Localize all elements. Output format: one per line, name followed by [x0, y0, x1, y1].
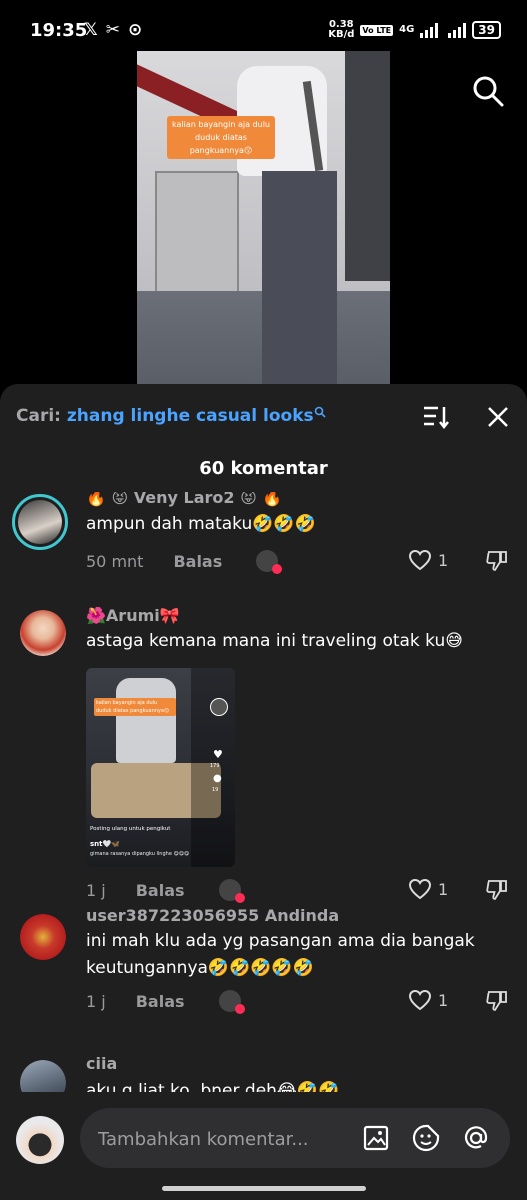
search-icon[interactable] [471, 74, 505, 108]
comment-time: 1 j [86, 880, 106, 900]
related-search-query[interactable]: zhang linghe casual looks [67, 406, 314, 426]
heart-icon [408, 878, 432, 900]
volte-badge: Vo LTE [360, 24, 394, 36]
comment-count: 60 komentar [199, 458, 328, 479]
related-search[interactable]: Cari: zhang linghe casual looks [16, 406, 326, 426]
comment-meta: 50 mnt Balas [86, 550, 283, 574]
comments-sheet: Cari: zhang linghe casual looks 60 komen… [0, 384, 527, 1200]
home-indicator [162, 1186, 366, 1191]
thumbnail-caption: kalian bayangin aja dulu duduk diatas pa… [94, 698, 176, 716]
comment-username[interactable]: 🔥 😝 Veny Laro2 😝 🔥 [86, 492, 282, 507]
avatar[interactable] [12, 494, 68, 550]
dislike-icon[interactable] [485, 548, 509, 572]
my-avatar [16, 1116, 64, 1164]
creator-liked-avatar [256, 550, 283, 574]
thumbnail-stat-1: 179 [210, 763, 220, 769]
comment-username[interactable]: ciia [86, 1054, 117, 1073]
image-icon[interactable] [362, 1124, 390, 1152]
notification-icons: 𝕏 ✂ ⊙ [84, 20, 142, 40]
search-small-icon [314, 406, 326, 418]
comment-text: ampun dah mataku🤣🤣🤣 [86, 514, 316, 534]
status-time: 19:35 [30, 20, 88, 41]
video-caption: kalian bayangin aja dulu duduk diatas pa… [167, 116, 275, 159]
comment-time: 50 mnt [86, 551, 144, 571]
network-speed: 0.38 KB/d [328, 19, 355, 40]
status-right: 0.38 KB/d Vo LTE 4G 39 [328, 20, 501, 40]
avatar[interactable] [20, 1060, 66, 1092]
thumbnail-heart-icon: ♥ [213, 748, 223, 761]
comment-username[interactable]: user387223056955 Andinda [86, 906, 339, 925]
comment-input[interactable] [96, 1122, 350, 1156]
creator-liked-avatar [218, 990, 245, 1014]
signal-icon [420, 22, 439, 38]
comment-text: aku g liat ko, bner deh😂🤣🤣 [86, 1081, 340, 1092]
heart-icon [408, 989, 432, 1011]
reply-button[interactable]: Balas [136, 992, 185, 1011]
sticker-icon[interactable] [412, 1124, 440, 1152]
creator-liked-avatar [218, 879, 245, 903]
heart-icon [408, 549, 432, 571]
network-type: 4G [399, 24, 415, 35]
reply-button[interactable]: Balas [136, 881, 185, 900]
comment-username[interactable]: 🌺Arumi🎀 [86, 606, 180, 625]
signal-icon-2 [448, 22, 467, 38]
comment-meta: 1 j Balas [86, 879, 245, 903]
comment-time: 1 j [86, 991, 106, 1011]
comment-input-box[interactable] [80, 1108, 510, 1168]
capcut-icon: ✂ [105, 20, 120, 40]
comment-list[interactable]: 🔥 😝 Veny Laro2 😝 🔥 ampun dah mataku🤣🤣🤣 5… [0, 492, 527, 1092]
sort-icon[interactable] [422, 404, 450, 430]
battery-icon: 39 [472, 21, 501, 39]
thumbnail-repost: Posting ulang untuk pengikut [90, 826, 171, 832]
dislike-icon[interactable] [485, 988, 509, 1012]
comment-image-thumbnail[interactable]: kalian bayangin aja dulu duduk diatas pa… [86, 668, 235, 867]
thumbnail-stat-2: 19 [212, 787, 219, 793]
thumbnail-user: snt🤍🦋 [90, 840, 120, 848]
mention-icon[interactable] [462, 1124, 490, 1152]
play-store-icon: ⊙ [127, 20, 143, 40]
thumbnail-desc: gimana rasanya dipangku linghe 😋😋😋 [90, 851, 190, 857]
avatar[interactable] [20, 610, 66, 656]
comment-input-bar [0, 1094, 527, 1200]
x-app-icon: 𝕏 [84, 20, 98, 40]
comment-meta: 1 j Balas [86, 990, 245, 1014]
like-button[interactable]: 1 [408, 878, 448, 900]
thumbnail-comment-icon: ● [213, 773, 222, 784]
like-button[interactable]: 1 [408, 989, 448, 1011]
dislike-icon[interactable] [485, 877, 509, 901]
avatar[interactable] [20, 914, 66, 960]
video-player[interactable]: kalian bayangin aja dulu duduk diatas pa… [137, 51, 390, 384]
close-icon[interactable] [485, 404, 511, 430]
reply-button[interactable]: Balas [173, 552, 222, 571]
like-button[interactable]: 1 [408, 549, 448, 571]
comment-text: astaga kemana mana ini traveling otak ku… [86, 631, 463, 651]
comment-text: ini mah klu ada yg pasangan ama dia bang… [86, 931, 475, 978]
